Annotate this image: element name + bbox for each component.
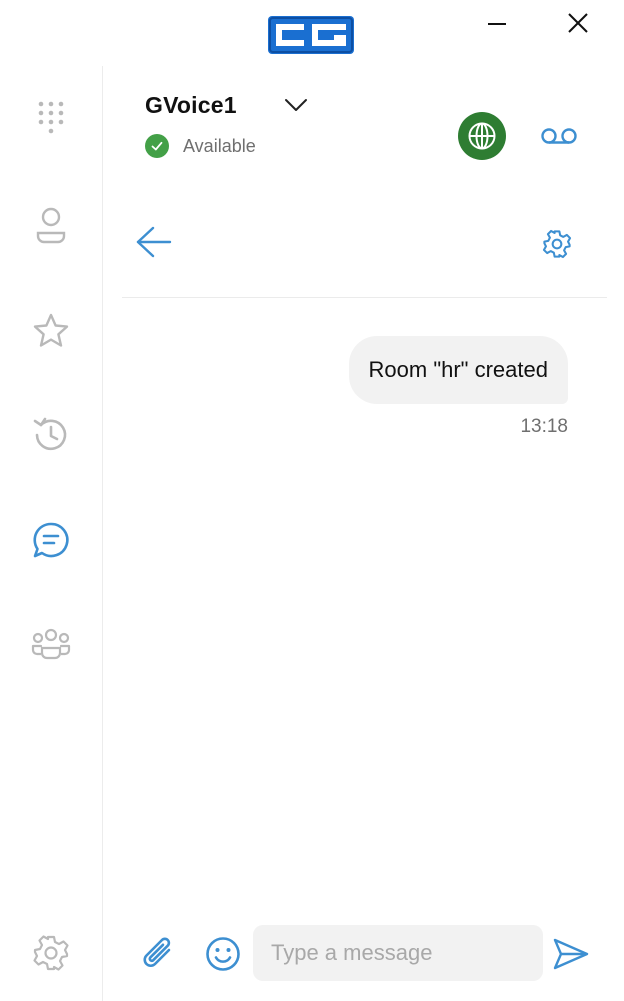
voicemail-icon [541, 128, 577, 144]
gear-icon [33, 935, 69, 971]
app-window: GVoice1 Available Room "hr" created 13:1… [0, 0, 624, 1001]
header-divider [122, 297, 607, 298]
account-selector[interactable]: GVoice1 [145, 92, 307, 119]
sidebar-item-favorites[interactable] [26, 306, 76, 356]
sidebar [0, 66, 103, 1001]
user-icon [36, 207, 66, 244]
globe-button[interactable] [458, 112, 506, 160]
minimize-icon [488, 23, 506, 25]
attach-button[interactable] [137, 932, 181, 976]
status-text: Available [183, 135, 256, 156]
paperclip-icon [143, 937, 171, 967]
emoji-icon [206, 937, 240, 971]
minimize-button[interactable] [482, 8, 512, 38]
dialpad-icon [38, 101, 64, 134]
chat-icon [33, 522, 69, 558]
sidebar-item-chat[interactable] [26, 515, 76, 565]
star-icon [33, 313, 69, 347]
close-button[interactable] [563, 8, 593, 38]
send-button[interactable] [549, 932, 593, 976]
account-name: GVoice1 [145, 92, 237, 118]
sidebar-item-dialpad[interactable] [26, 94, 76, 144]
app-logo [266, 14, 356, 56]
check-icon [145, 134, 169, 158]
message-input[interactable] [253, 925, 543, 981]
gear-icon [542, 229, 572, 259]
message-timestamp: 13:18 [520, 416, 568, 437]
history-icon [33, 417, 67, 451]
group-icon [31, 628, 71, 660]
back-button[interactable] [131, 220, 175, 264]
arrow-left-icon [136, 226, 172, 258]
sidebar-item-history[interactable] [26, 410, 76, 460]
sidebar-item-settings[interactable] [26, 928, 76, 978]
voicemail-button[interactable] [537, 118, 581, 154]
title-bar [0, 0, 624, 66]
main-panel: GVoice1 Available Room "hr" created 13:1… [103, 66, 624, 1001]
presence-status[interactable]: Available [145, 134, 256, 158]
send-icon [553, 938, 589, 970]
message-bubble[interactable]: Room "hr" created [348, 336, 568, 404]
chevron-down-icon[interactable] [283, 96, 309, 114]
sidebar-item-contacts[interactable] [26, 200, 76, 250]
globe-icon [468, 122, 496, 150]
sidebar-item-groups[interactable] [26, 620, 76, 670]
close-icon [568, 13, 588, 33]
room-settings-button[interactable] [539, 226, 575, 262]
emoji-button[interactable] [201, 932, 245, 976]
